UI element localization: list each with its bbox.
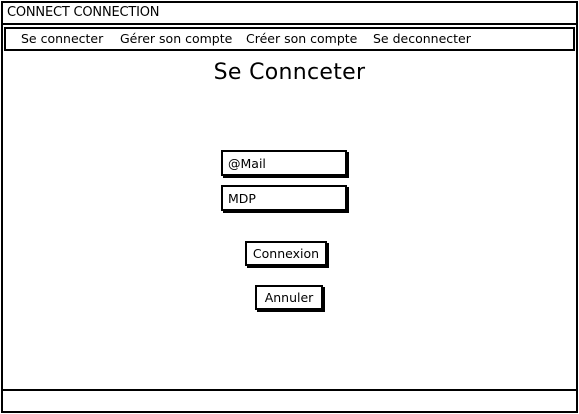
window-title: CONNECT CONNECTION (3, 3, 576, 25)
password-field[interactable] (221, 185, 347, 211)
connexion-button[interactable]: Connexion (245, 241, 327, 266)
page-title: Se Connceter (213, 60, 366, 85)
status-bar (3, 389, 576, 411)
menu-item-se-deconnecter[interactable]: Se deconnecter (373, 29, 471, 49)
menu-item-se-connecter[interactable]: Se connecter (21, 29, 103, 49)
menu-item-creer-compte[interactable]: Créer son compte (246, 29, 357, 49)
app-window: CONNECT CONNECTION Se connecter Gérer so… (1, 1, 578, 413)
menu-item-gerer-compte[interactable]: Gérer son compte (120, 29, 232, 49)
menu-bar: Se connecter Gérer son compte Créer son … (4, 27, 575, 51)
email-field[interactable] (221, 150, 347, 176)
cancel-button[interactable]: Annuler (255, 285, 323, 310)
